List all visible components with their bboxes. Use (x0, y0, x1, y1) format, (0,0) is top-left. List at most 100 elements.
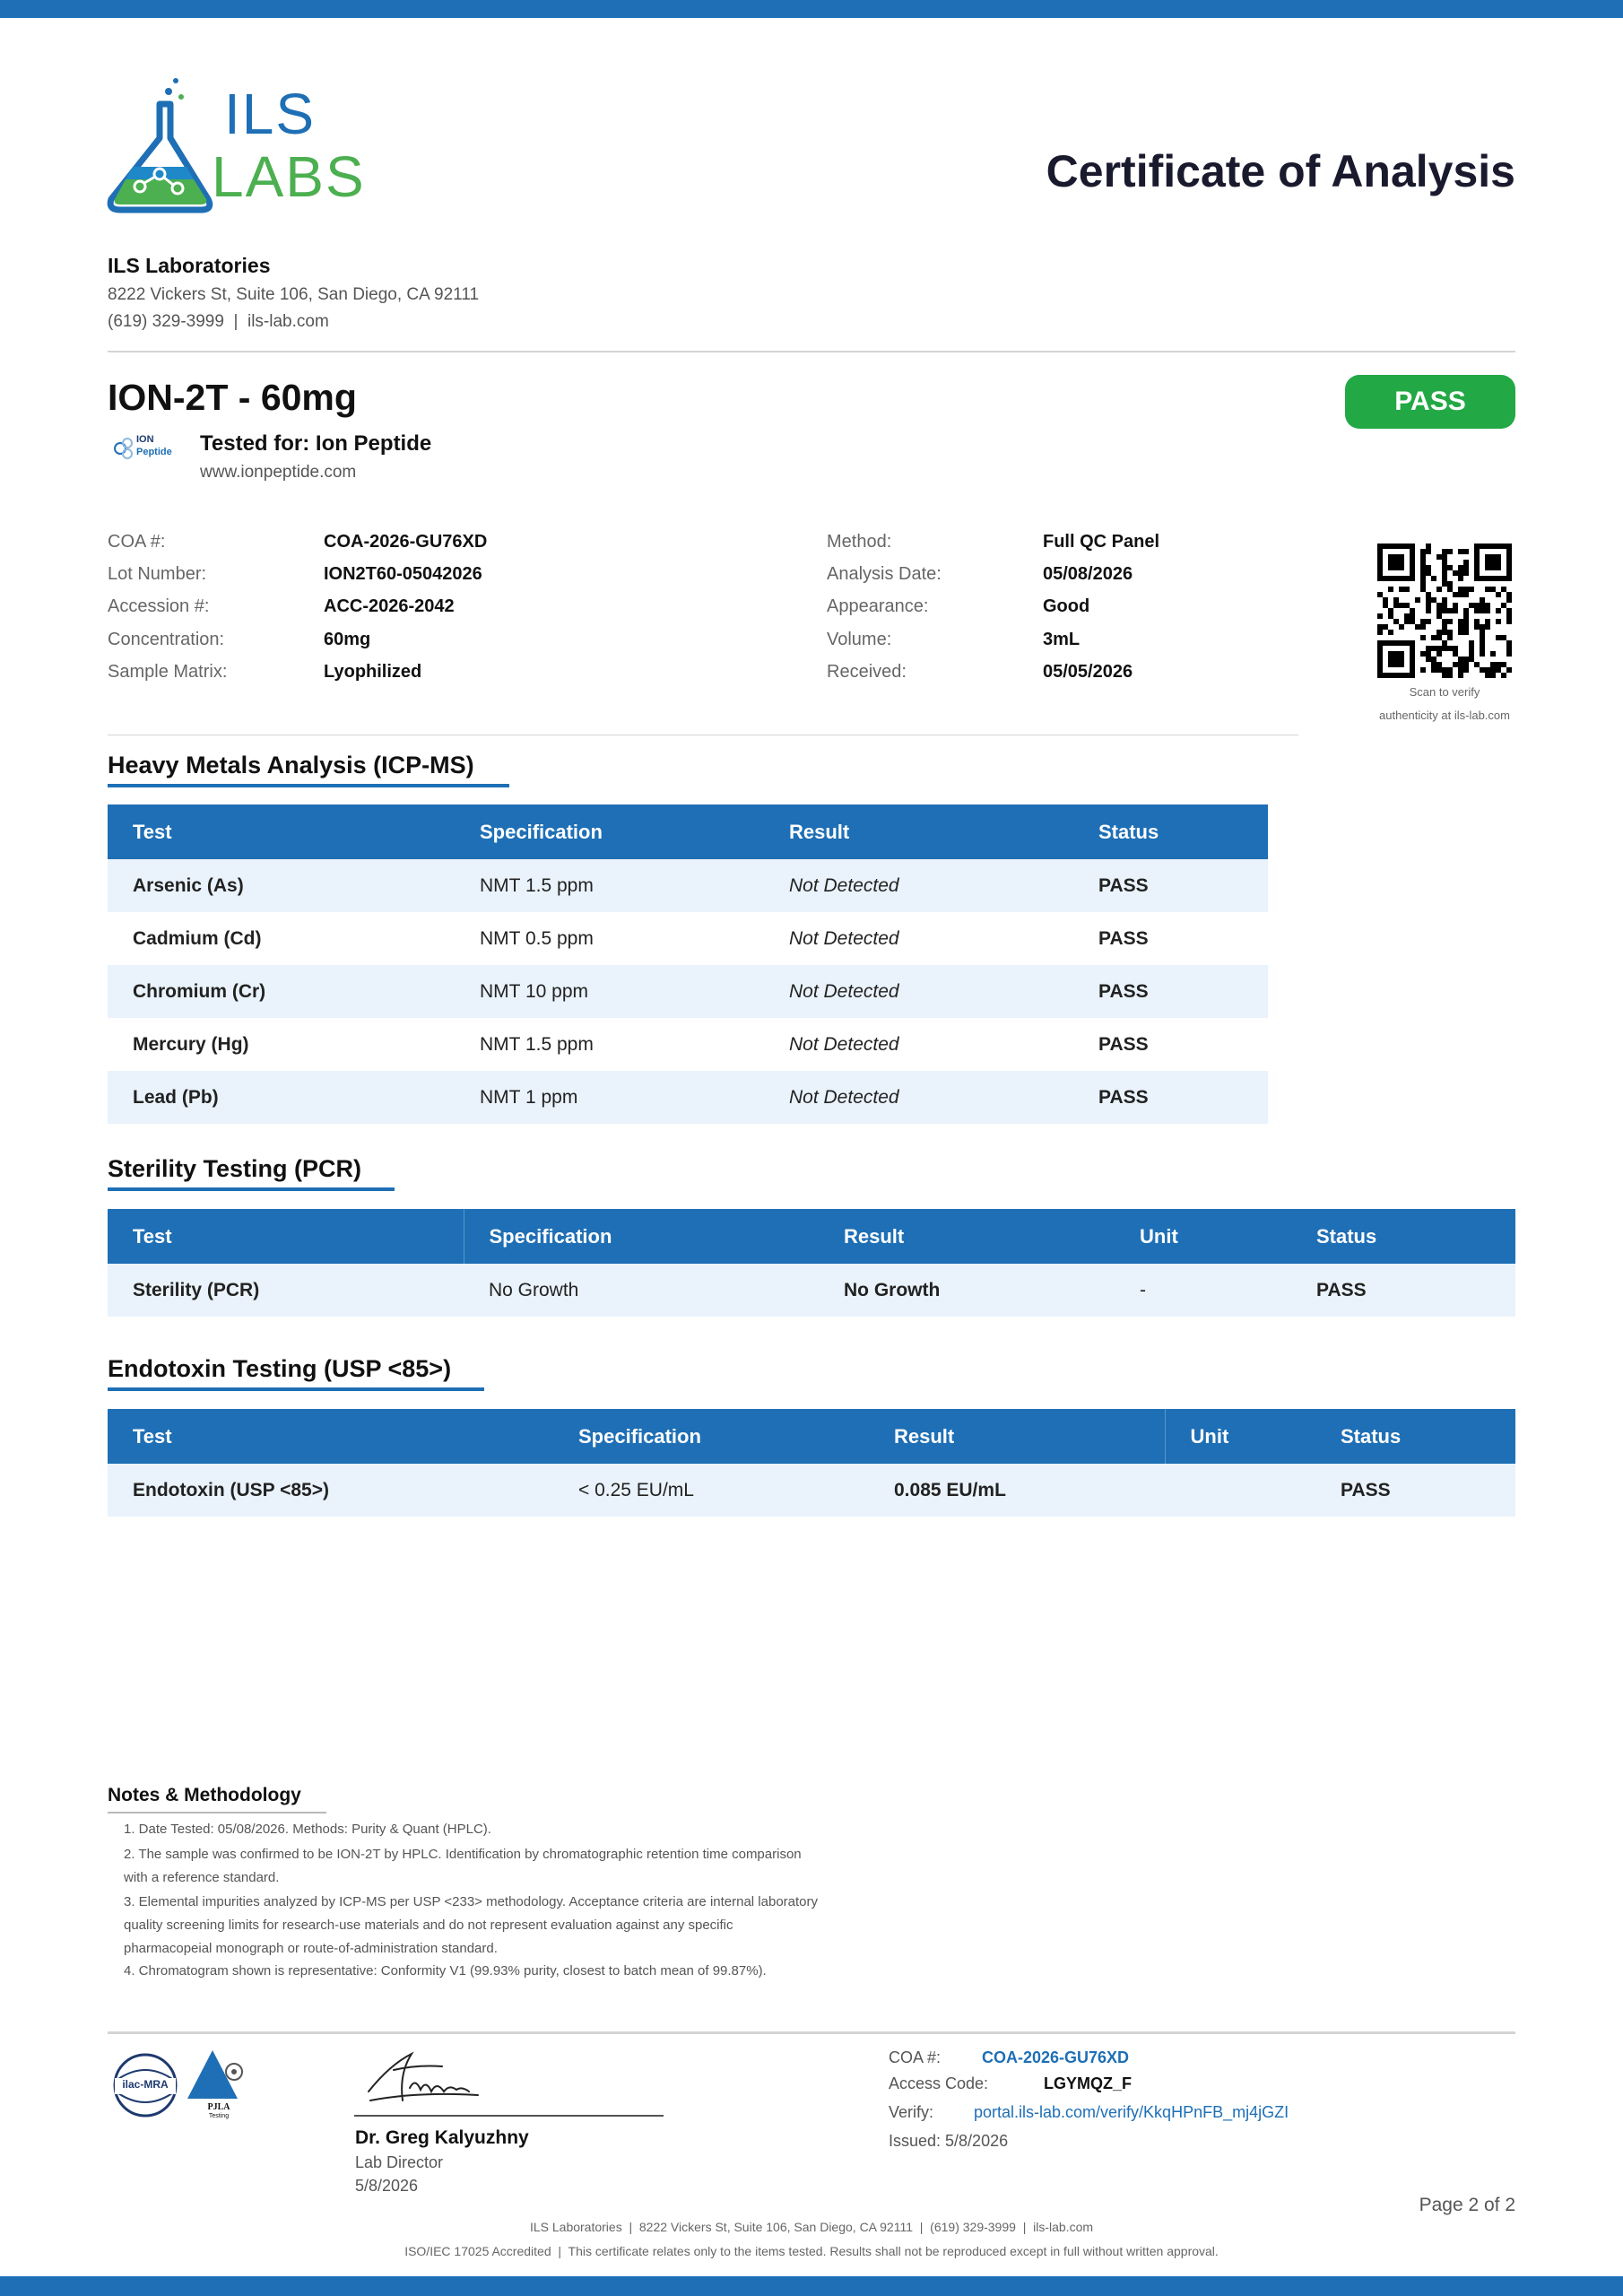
specification: NMT 1.5 ppm (455, 1018, 764, 1071)
note-line: quality screening limits for research-us… (124, 1918, 733, 1933)
lab-address: 8222 Vickers St, Suite 106, San Diego, C… (108, 285, 480, 304)
meta-value: ACC-2026-2042 (324, 596, 455, 616)
col-header: Specification (455, 804, 764, 859)
meta-value: ION2T60-05042026 (324, 564, 482, 584)
meta-label: Concentration: (108, 630, 225, 649)
note-line: with a reference standard. (124, 1870, 280, 1885)
verify-link[interactable]: portal.ils-lab.com/verify/KkqHPnFB_mj4jG… (974, 2103, 1289, 2122)
meta-value: 3mL (1043, 630, 1081, 649)
meta-label: COA #: (108, 532, 166, 552)
signature-line (354, 2115, 664, 2117)
note-line: 1. Date Tested: 05/08/2026. Methods: Pur… (124, 1822, 491, 1837)
meta-value: 60mg (324, 630, 371, 649)
col-header: Status (1073, 804, 1268, 859)
status: PASS (1315, 1464, 1515, 1517)
client-logo-line2: Peptide (136, 447, 172, 457)
issued-date: Issued: 5/8/2026 (889, 2132, 1009, 2150)
pjla-sub: Testing (208, 2113, 230, 2119)
qr-code[interactable] (1377, 544, 1512, 678)
heavy-metals-title: Heavy Metals Analysis (ICP-MS) (108, 752, 474, 778)
unit (1165, 1464, 1315, 1517)
notes-title: Notes & Methodology (108, 1785, 301, 1805)
result: 0.085 EU/mL (869, 1464, 1165, 1517)
lab-contact: (619) 329-3999 | ils-lab.com (108, 312, 329, 331)
coa-label: COA #: (889, 2048, 942, 2066)
note-line: 4. Chromatogram shown is representative:… (124, 1963, 767, 1979)
qr-caption: Scan to verify (1409, 685, 1480, 699)
specification: < 0.25 EU/mL (553, 1464, 869, 1517)
test-name: Lead (Pb) (108, 1071, 455, 1124)
meta-label: Lot Number: (108, 564, 207, 584)
unit: - (1115, 1264, 1291, 1317)
col-header: Unit (1164, 1409, 1315, 1464)
table-row: Cadmium (Cd) NMT 0.5 ppm Not Detected PA… (108, 912, 1268, 965)
status: PASS (1073, 1018, 1268, 1071)
overall-status-badge: PASS (1345, 375, 1515, 429)
pjla-text: PJLA (207, 2102, 230, 2112)
footer-divider (108, 2031, 1515, 2034)
sterility-table: Test Specification Result Unit Status St… (108, 1209, 1515, 1317)
product-name: ION-2T - 60mg (108, 377, 357, 418)
note-item: 4. Chromatogram shown is representative:… (124, 1960, 913, 1983)
test-name: Endotoxin (USP <85>) (108, 1464, 553, 1517)
signer-date: 5/8/2026 (355, 2177, 419, 2195)
ilac-mra-text: ilac-MRA (122, 2078, 169, 2091)
status: PASS (1073, 1071, 1268, 1124)
notes-underline (108, 1812, 326, 1813)
test-name: Arsenic (As) (108, 859, 455, 912)
col-header: Unit (1115, 1209, 1291, 1264)
note-line: pharmacopeial monograph or route-of-admi… (124, 1941, 498, 1956)
result: Not Detected (764, 912, 1073, 965)
header-divider (108, 351, 1515, 352)
meta-label: Accession #: (108, 596, 210, 616)
meta-label: Analysis Date: (827, 564, 942, 584)
note-item: 1. Date Tested: 05/08/2026. Methods: Pur… (124, 1818, 913, 1841)
section-underline (108, 1187, 395, 1191)
footer-fine-print: ISO/IEC 17025 Accredited | This certific… (404, 2244, 1219, 2258)
test-name: Cadmium (Cd) (108, 912, 455, 965)
verify-label: Verify: (889, 2103, 934, 2121)
table-row: Chromium (Cr) NMT 10 ppm Not Detected PA… (108, 965, 1268, 1018)
heavy-metals-table: Test Specification Result Status Arsenic… (108, 804, 1268, 1124)
status: PASS (1291, 1264, 1515, 1317)
signer-role: Lab Director (355, 2153, 444, 2171)
table-row: Lead (Pb) NMT 1 ppm Not Detected PASS (108, 1071, 1268, 1124)
qr-caption: authenticity at ils-lab.com (1379, 709, 1510, 722)
section-underline (108, 1387, 484, 1391)
bottom-accent-bar (0, 2276, 1623, 2296)
specification: NMT 1 ppm (455, 1071, 764, 1124)
meta-value: Good (1043, 596, 1090, 616)
meta-label: Volume: (827, 630, 892, 649)
specification: NMT 10 ppm (455, 965, 764, 1018)
col-header: Result (819, 1209, 1115, 1264)
top-accent-bar (0, 0, 1623, 18)
footer-fine-print: ILS Laboratories | 8222 Vickers St, Suit… (529, 2220, 1094, 2234)
pjla-logo: PJLA Testing (184, 2048, 254, 2124)
client-logo: ION Peptide (109, 430, 185, 466)
meta-label: Appearance: (827, 596, 929, 616)
table-row: Mercury (Hg) NMT 1.5 ppm Not Detected PA… (108, 1018, 1268, 1071)
result: Not Detected (764, 965, 1073, 1018)
result: Not Detected (764, 859, 1073, 912)
access-code-label: Access Code: (889, 2074, 989, 2092)
test-name: Mercury (Hg) (108, 1018, 455, 1071)
endotoxin-title: Endotoxin Testing (USP <85>) (108, 1355, 452, 1382)
col-header: Specification (553, 1409, 869, 1464)
ils-labs-logo: ILS LABS (106, 74, 402, 217)
signature-image (368, 2051, 479, 2101)
meta-label: Method: (827, 532, 892, 552)
col-header: Specification (463, 1209, 819, 1264)
result: Not Detected (764, 1018, 1073, 1071)
col-header: Result (764, 804, 1073, 859)
meta-value: Full QC Panel (1043, 532, 1160, 552)
access-code-value: LGYMQZ_F (1044, 2074, 1132, 2092)
status: PASS (1073, 912, 1268, 965)
specification: NMT 1.5 ppm (455, 859, 764, 912)
lab-name: ILS Laboratories (108, 254, 271, 277)
document-title: Certificate of Analysis (1046, 146, 1515, 196)
page-number: Page 2 of 2 (1419, 2195, 1515, 2215)
table-row: Endotoxin (USP <85>) < 0.25 EU/mL 0.085 … (108, 1464, 1515, 1517)
result: Not Detected (764, 1071, 1073, 1124)
meta-value: COA-2026-GU76XD (324, 532, 488, 552)
signer-name: Dr. Greg Kalyuzhny (355, 2127, 529, 2148)
